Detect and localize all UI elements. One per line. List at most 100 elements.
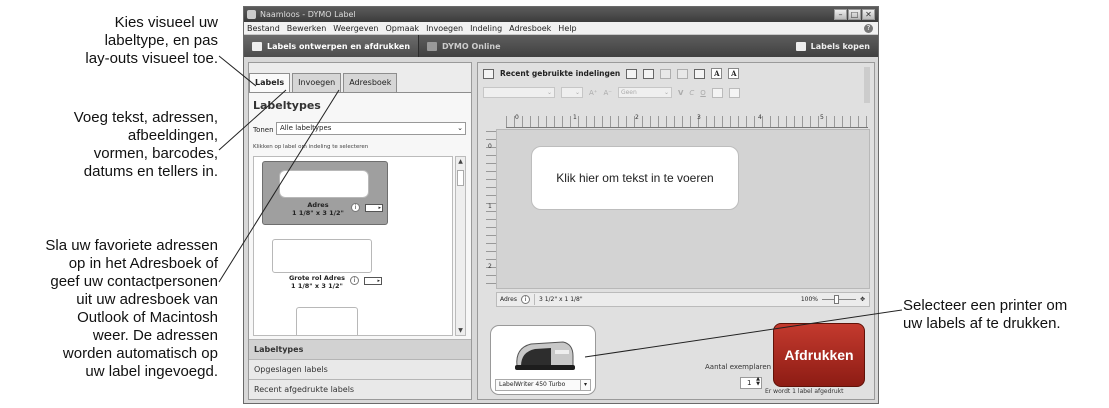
ruler-number: 2: [488, 263, 492, 270]
copy-icon[interactable]: [694, 68, 706, 79]
color-select[interactable]: Geen ⌄: [617, 87, 672, 98]
menu-bestand[interactable]: Bestand: [247, 24, 280, 33]
callout-line: Voeg tekst, adressen,: [73, 109, 218, 126]
text-large-icon[interactable]: A: [728, 68, 740, 79]
align-vertical-icon[interactable]: [728, 87, 740, 98]
buy-labels-button[interactable]: Labels kopen: [788, 35, 878, 57]
stepper-icon[interactable]: ▲ ▼: [756, 377, 760, 387]
accordion-recent-labels[interactable]: Recent afgedrukte labels: [249, 379, 471, 399]
zoom-knob[interactable]: [833, 295, 839, 304]
label-preview: [279, 170, 369, 198]
print-button[interactable]: Afdrukken: [773, 323, 865, 387]
status-bar: Adres i 3 1/2" x 1 1/8" 100% ✥: [496, 292, 870, 307]
info-icon[interactable]: i: [350, 276, 359, 285]
undo-icon[interactable]: [677, 68, 689, 79]
labeltypes-pane: Labeltypes Tonen Alle labeltypes ⌄ Klikk…: [249, 92, 471, 339]
callout-line: op in het Adresboek of: [68, 255, 218, 272]
callout-line: datums en tellers in.: [83, 163, 218, 180]
zoom-control: 100% ✥: [800, 295, 865, 304]
save-icon[interactable]: [626, 68, 638, 79]
tab-label: DYMO Online: [442, 41, 501, 51]
menu-indeling[interactable]: Indeling: [470, 24, 502, 33]
zoom-value: 100%: [800, 296, 818, 303]
close-icon[interactable]: ✕: [862, 9, 875, 20]
label-text-object[interactable]: Klik hier om tekst in te voeren: [531, 146, 739, 210]
feed-direction-icon: ▸: [365, 204, 383, 212]
italic-icon[interactable]: C: [689, 89, 694, 97]
tab-dymo-online[interactable]: DYMO Online: [419, 35, 509, 57]
tab-adresboek[interactable]: Adresboek: [343, 73, 398, 92]
grow-font-icon[interactable]: A⁺: [589, 89, 597, 97]
print-icon[interactable]: [643, 68, 655, 79]
menu-bewerken[interactable]: Bewerken: [287, 24, 327, 33]
underline-icon[interactable]: O: [700, 89, 706, 97]
size-select[interactable]: ⌄: [561, 87, 583, 98]
minimize-icon[interactable]: –: [834, 9, 847, 20]
menu-weergeven[interactable]: Weergeven: [333, 24, 378, 33]
label-name: Grote rol Adres: [288, 274, 346, 282]
window-title: Naamloos - DYMO Label: [260, 10, 356, 19]
copies-input[interactable]: 1 ▲ ▼: [740, 377, 762, 389]
format-toolbar: ⌄ ⌄ A⁺ A⁻ Geen ⌄ V C O: [483, 87, 740, 98]
menu-opmaak[interactable]: Opmaak: [385, 24, 419, 33]
window-controls: – □ ✕: [834, 9, 875, 20]
list-item[interactable]: [262, 305, 388, 335]
callout-printer: Selecteer een printer om uw labels af te…: [903, 297, 1103, 333]
horizontal-ruler: [506, 116, 868, 128]
tab-design-print[interactable]: Labels ontwerpen en afdrukken: [244, 35, 420, 57]
labeltype-filter-select[interactable]: Alle labeltypes ⌄: [276, 122, 466, 135]
copies-value: 1: [747, 379, 752, 387]
label-canvas: Klik hier om tekst in te voeren: [496, 129, 870, 289]
tab-invoegen[interactable]: Invoegen: [292, 73, 342, 92]
label-design-icon: [252, 41, 262, 51]
info-icon[interactable]: i: [520, 295, 530, 304]
accordion-saved-labels[interactable]: Opgeslagen labels: [249, 359, 471, 379]
layout-icon: [483, 68, 494, 79]
callout-line: Kies visueel uw: [114, 14, 218, 31]
toolbar-scroll[interactable]: [864, 67, 870, 103]
callout-line: Outlook of Macintosh: [77, 309, 218, 326]
maximize-icon[interactable]: □: [848, 9, 861, 20]
print-count-message: Er wordt 1 label afgedrukt: [765, 388, 844, 395]
accordion-labeltypes[interactable]: Labeltypes: [249, 339, 471, 359]
printer-panel[interactable]: LabelWriter 450 Turbo ▾: [490, 325, 596, 395]
scroll-down-icon[interactable]: ▼: [457, 327, 464, 334]
ruler-number: 0: [488, 143, 492, 150]
callout-line: uw label ingevoegd.: [85, 363, 218, 380]
callout-line: vormen, barcodes,: [93, 145, 218, 162]
printer-select[interactable]: LabelWriter 450 Turbo ▾: [495, 379, 591, 391]
callout-line: Selecteer een printer om: [903, 297, 1068, 314]
menu-help[interactable]: Help: [558, 24, 576, 33]
paste-icon[interactable]: [660, 68, 672, 79]
text-small-icon[interactable]: A: [711, 68, 723, 79]
list-item[interactable]: Adres 1 1/8" x 3 1/2" i ▸: [262, 161, 388, 225]
printer-name: LabelWriter 450 Turbo: [499, 381, 566, 388]
scroll-thumb[interactable]: [457, 170, 464, 186]
callout-line: lay-outs visueel toe.: [85, 50, 218, 67]
align-icon[interactable]: [711, 87, 723, 98]
dymo-window: Naamloos - DYMO Label – □ ✕ Bestand Bewe…: [243, 6, 879, 404]
font-select[interactable]: ⌄: [483, 87, 555, 98]
chevron-down-icon: ▾: [580, 380, 590, 390]
scroll-up-icon[interactable]: ▲: [457, 158, 464, 165]
status-label-size: 3 1/2" x 1 1/8": [538, 296, 583, 303]
list-item[interactable]: Grote rol Adres 1 1/8" x 3 1/2" i ▸: [262, 235, 388, 299]
ruler-number: 3: [697, 114, 701, 121]
tab-label: Labels ontwerpen en afdrukken: [267, 41, 411, 51]
hint-text: Klikken op label om indeling te selecter…: [253, 144, 369, 150]
menu-invoegen[interactable]: Invoegen: [426, 24, 463, 33]
chevron-down-icon: ⌄: [663, 89, 669, 96]
label-list-scrollbar[interactable]: ▲ ▼: [455, 156, 466, 336]
help-icon[interactable]: ?: [864, 23, 873, 33]
info-icon[interactable]: i: [351, 203, 360, 212]
fit-icon[interactable]: ✥: [860, 296, 865, 303]
tab-labels[interactable]: Labels: [249, 73, 291, 92]
bold-icon[interactable]: V: [678, 89, 683, 97]
label-size: 1 1/8" x 3 1/2": [291, 282, 343, 290]
menu-adresboek[interactable]: Adresboek: [509, 24, 551, 33]
recent-layouts-button[interactable]: Recent gebruikte indelingen: [500, 69, 620, 78]
zoom-slider[interactable]: [821, 295, 856, 304]
shrink-font-icon[interactable]: A⁻: [603, 89, 611, 97]
ruler-number: 5: [820, 114, 824, 121]
panel-tabs: Labels Invoegen Adresboek: [249, 73, 399, 92]
